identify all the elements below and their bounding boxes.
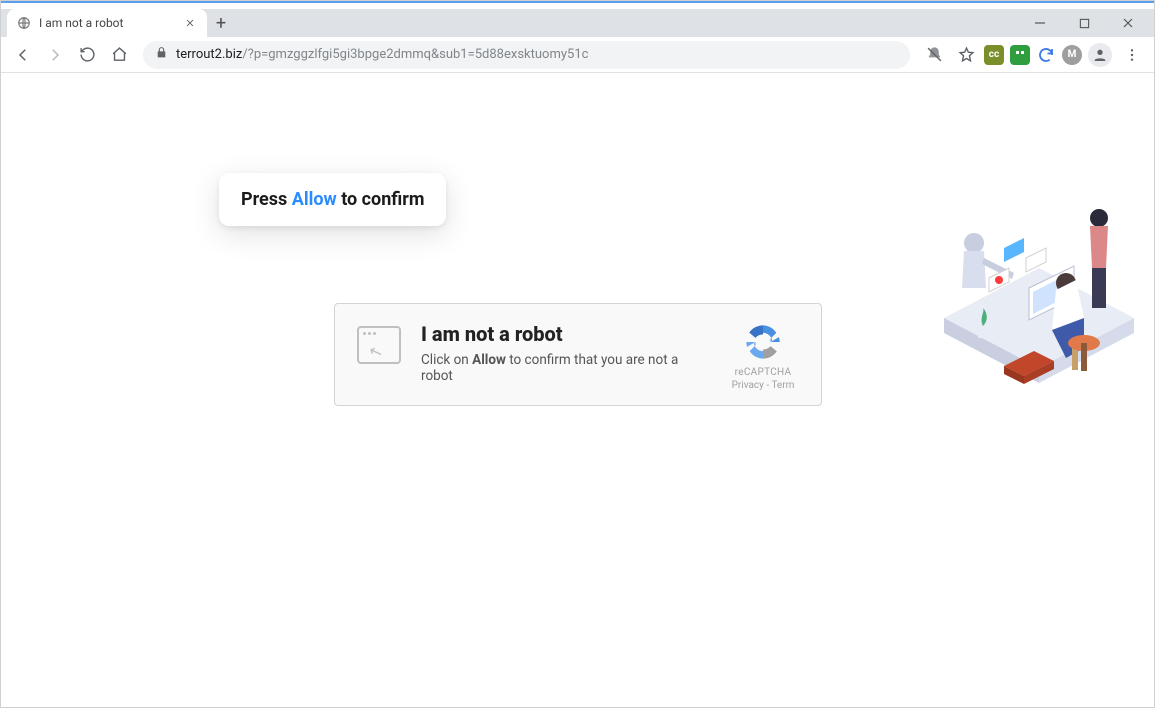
kebab-menu-icon[interactable]	[1118, 41, 1146, 69]
captcha-card: ↖ I am not a robot Click on Allow to con…	[334, 303, 822, 406]
terms-link[interactable]: Term	[771, 380, 794, 391]
extension-icon[interactable]	[1036, 45, 1056, 65]
reload-button[interactable]	[73, 41, 101, 69]
press-allow-bubble: Press Allow to confirm	[219, 173, 446, 226]
recaptcha-label: reCAPTCHA	[727, 367, 799, 378]
browser-toolbar: terrout2.biz/?p=gmzggzlfgi5gi3bpge2dmmq&…	[1, 37, 1154, 73]
extension-icon[interactable]	[1010, 45, 1030, 65]
globe-icon	[17, 16, 31, 30]
url-domain: terrout2.biz	[176, 47, 242, 62]
close-icon[interactable]	[183, 16, 197, 30]
notifications-muted-icon[interactable]	[920, 41, 948, 69]
forward-button[interactable]	[41, 41, 69, 69]
bubble-text-suffix: to confirm	[337, 189, 425, 210]
home-button[interactable]	[105, 41, 133, 69]
privacy-link[interactable]: Privacy	[732, 380, 764, 391]
isometric-illustration	[934, 148, 1144, 388]
extension-icon[interactable]: M	[1062, 45, 1082, 65]
window-icon: ↖	[357, 326, 401, 364]
captcha-subtext: Click on Allow to confirm that you are n…	[421, 352, 707, 384]
extension-icon[interactable]: cc	[984, 45, 1004, 65]
url-path: /?p=gmzggzlfgi5gi3bpge2dmmq&sub1=5d88exs…	[242, 47, 588, 62]
captcha-title: I am not a robot	[421, 322, 707, 346]
recaptcha-badge: reCAPTCHA Privacy - Term	[727, 322, 799, 391]
bubble-text-prefix: Press	[241, 189, 292, 210]
bubble-allow-word: Allow	[292, 189, 337, 210]
tab-title: I am not a robot	[39, 16, 123, 30]
profile-button[interactable]	[1086, 41, 1114, 69]
browser-tab[interactable]: I am not a robot	[7, 9, 207, 37]
new-tab-button[interactable]: +	[207, 9, 235, 37]
page-content: Press Allow to confirm ↖ I am not a robo…	[1, 73, 1154, 707]
url-text: terrout2.biz/?p=gmzggzlfgi5gi3bpge2dmmq&…	[176, 47, 588, 62]
close-window-button[interactable]	[1106, 9, 1150, 37]
back-button[interactable]	[9, 41, 37, 69]
address-bar[interactable]: terrout2.biz/?p=gmzggzlfgi5gi3bpge2dmmq&…	[143, 41, 910, 69]
recaptcha-links: Privacy - Term	[727, 380, 799, 391]
bookmark-star-icon[interactable]	[952, 41, 980, 69]
maximize-button[interactable]	[1062, 9, 1106, 37]
tab-strip: I am not a robot +	[1, 9, 1154, 37]
recaptcha-icon	[743, 322, 783, 362]
lock-icon	[155, 46, 168, 63]
minimize-button[interactable]	[1018, 9, 1062, 37]
